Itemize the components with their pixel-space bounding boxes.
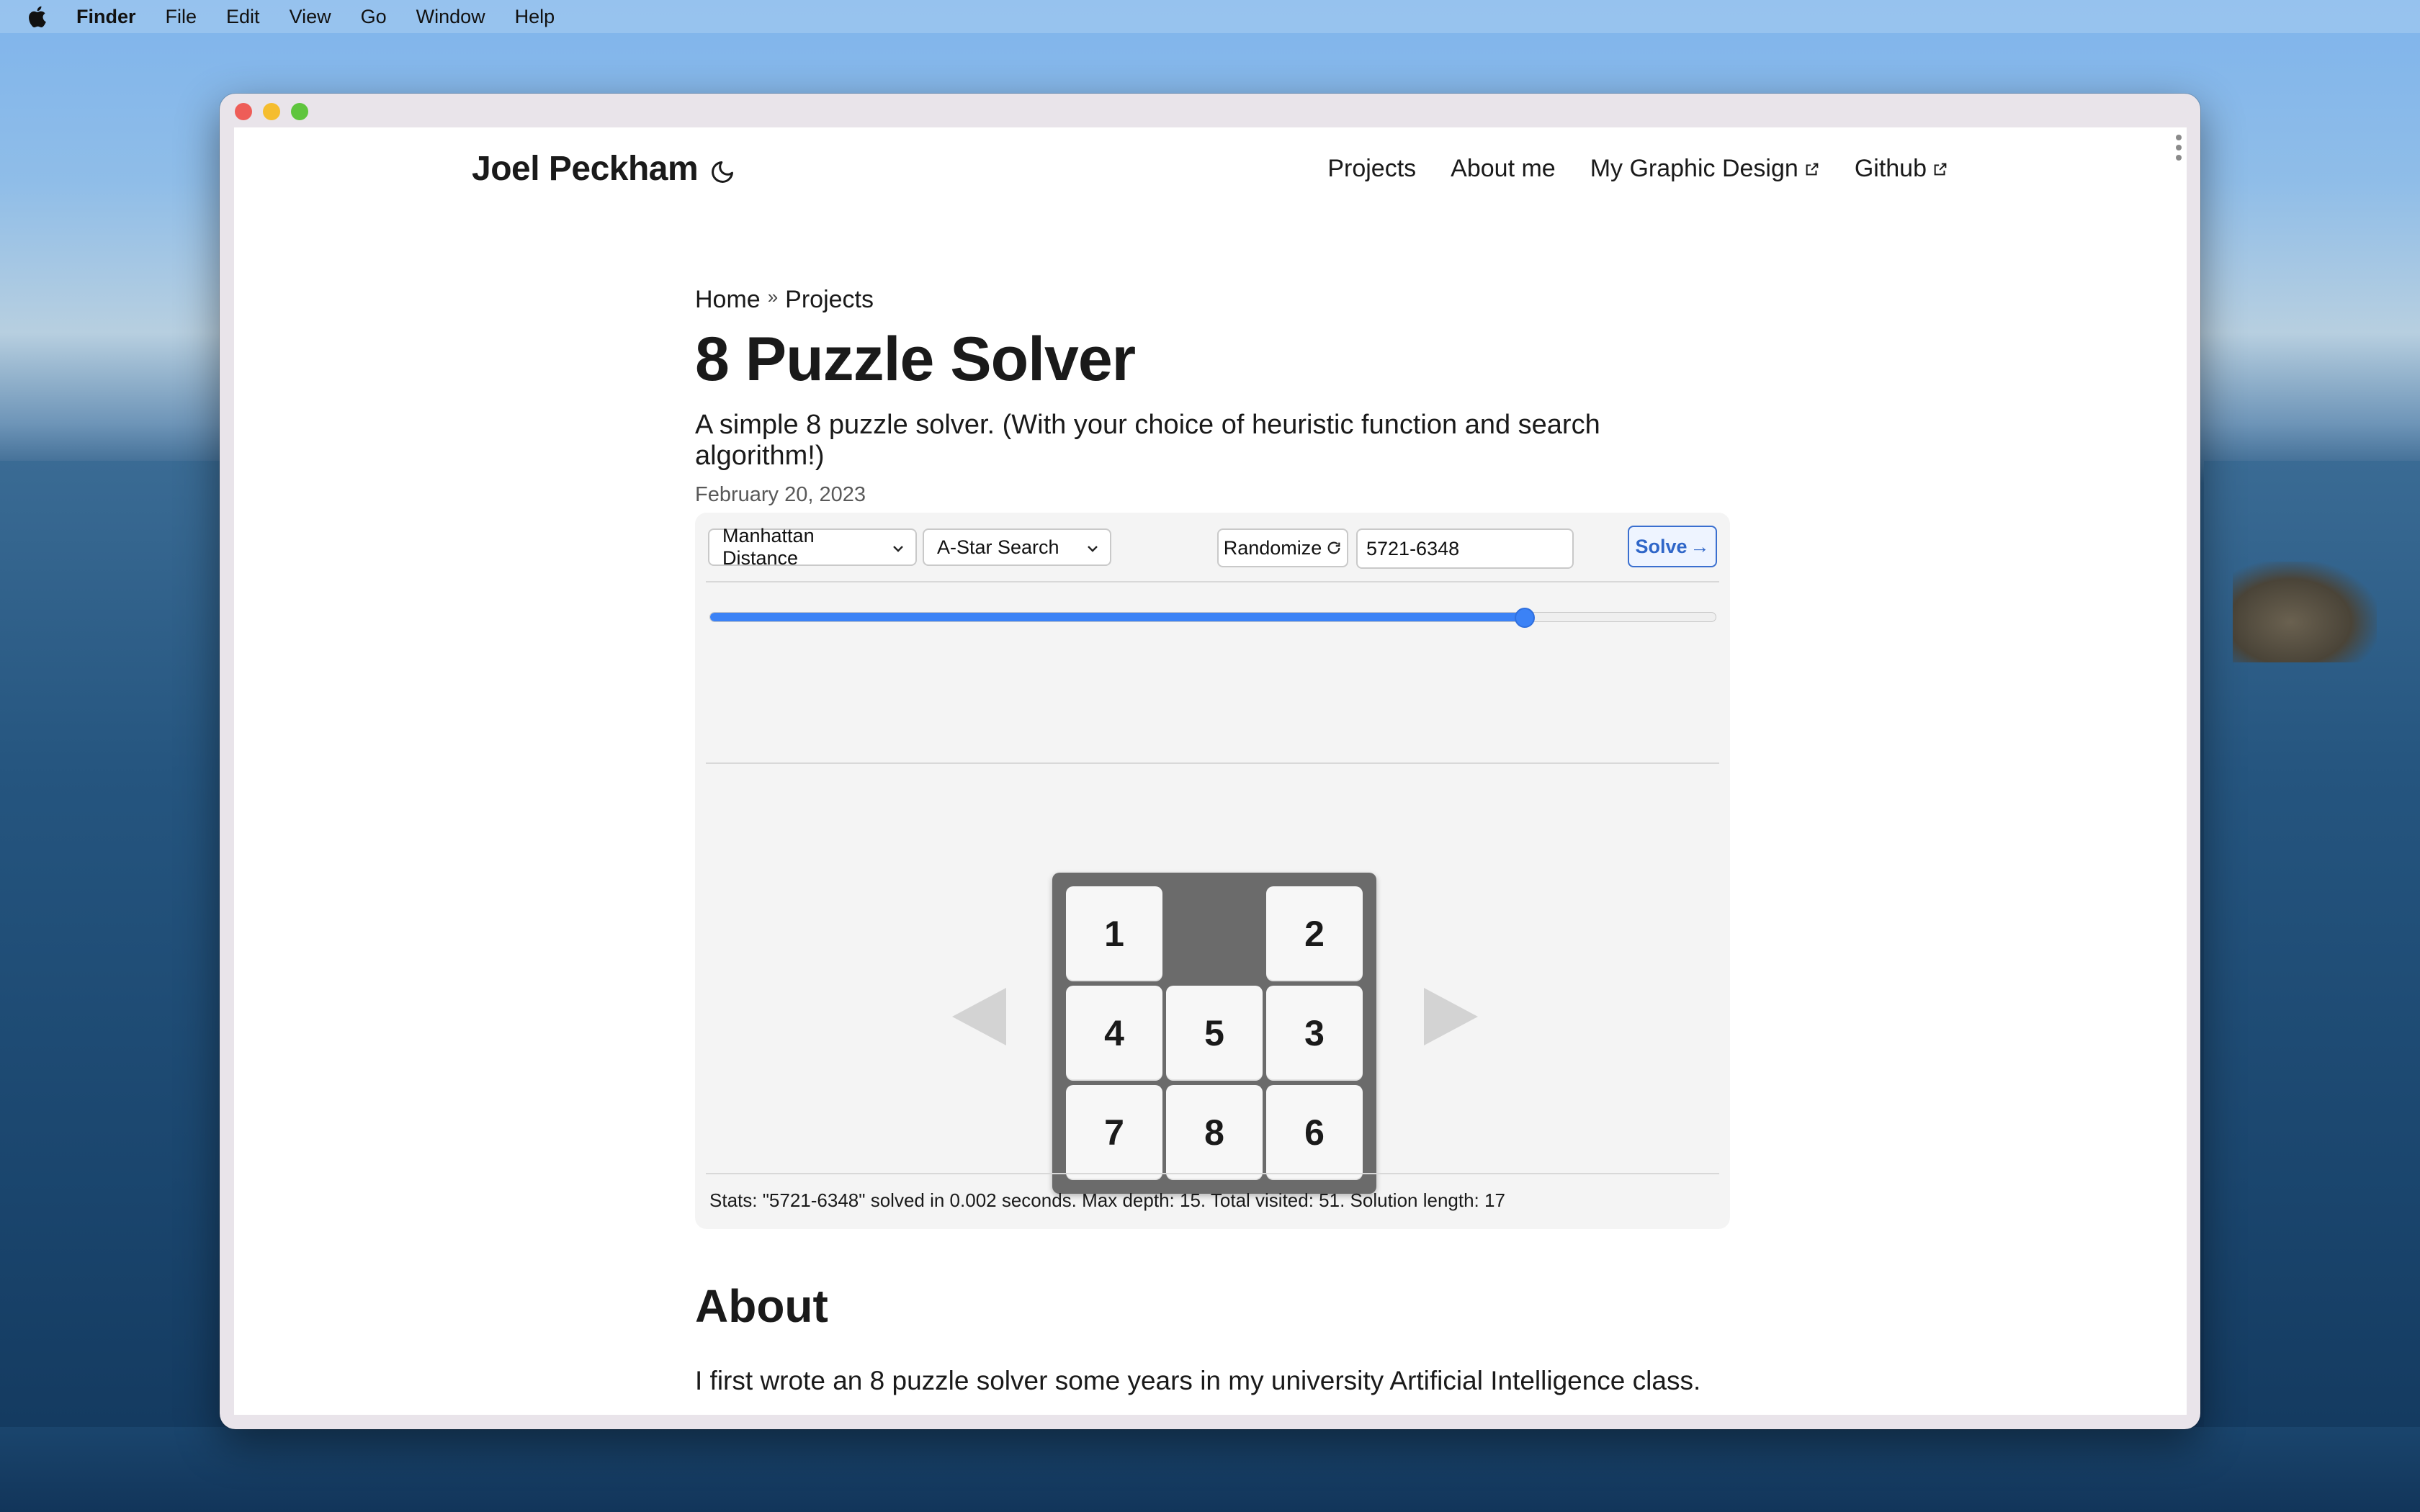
heuristic-select[interactable]: Manhattan Distance	[708, 525, 917, 569]
menu-window[interactable]: Window	[416, 6, 485, 28]
puzzle-tile-1[interactable]: 1	[1066, 886, 1162, 981]
puzzle-tile-3[interactable]: 3	[1266, 986, 1363, 1081]
article-header: Home » Projects 8 Puzzle Solver A simple…	[695, 286, 1732, 507]
puzzle-tile-2[interactable]: 2	[1266, 886, 1363, 981]
solver-stats: Stats: "5721-6348" solved in 0.002 secon…	[709, 1189, 1505, 1211]
puzzle-tile-7[interactable]: 7	[1066, 1085, 1162, 1180]
minimize-window-button[interactable]	[263, 103, 280, 120]
menu-bar: Finder File Edit View Go Window Help	[0, 0, 2420, 33]
site-header: Joel Peckham Projects About me My Graphi…	[472, 149, 1948, 192]
randomize-button[interactable]: Randomize	[1217, 528, 1348, 567]
algorithm-select-value: A-Star Search	[937, 536, 1059, 558]
breadcrumb-home[interactable]: Home	[695, 286, 761, 314]
arrow-right-icon: →	[1690, 535, 1710, 557]
randomize-label: Randomize	[1223, 536, 1322, 559]
puzzle-board: 1 2 453 786	[1052, 873, 1376, 1194]
nav-projects-label: Projects	[1327, 155, 1417, 182]
external-link-icon	[1806, 163, 1819, 175]
zoom-window-button[interactable]	[291, 103, 308, 120]
step-slider-track[interactable]	[709, 612, 1716, 622]
breadcrumb-separator: »	[767, 286, 779, 307]
about-heading: About	[695, 1280, 828, 1332]
close-window-button[interactable]	[235, 103, 252, 120]
page-title: 8 Puzzle Solver	[695, 325, 1136, 394]
previous-step-arrow-icon[interactable]	[949, 984, 1013, 1049]
breadcrumb: Home » Projects	[695, 286, 1732, 314]
heuristic-select-value: Manhattan Distance	[722, 525, 815, 569]
slider-divider	[706, 762, 1719, 764]
nav-graphic-design[interactable]: My Graphic Design	[1590, 155, 1820, 183]
solve-button[interactable]: Solve →	[1628, 526, 1717, 567]
desktop-wallpaper-bottom	[0, 1427, 2420, 1512]
main-nav: Projects About me My Graphic Design Gith…	[1327, 155, 1948, 183]
puzzle-solver-panel: Manhattan Distance A-Star Search Randomi…	[695, 513, 1730, 1229]
moon-icon[interactable]	[709, 159, 735, 185]
controls-divider	[706, 581, 1719, 582]
site-title-link[interactable]: Joel Peckham	[472, 149, 699, 189]
next-step-arrow-icon[interactable]	[1417, 984, 1482, 1049]
web-page: Joel Peckham Projects About me My Graphi…	[234, 127, 2187, 1415]
scroll-handle[interactable]	[2175, 135, 2182, 161]
seed-input[interactable]	[1356, 528, 1574, 569]
puzzle-tile-4[interactable]: 4	[1066, 986, 1162, 1081]
stats-divider	[706, 1173, 1719, 1174]
page-description: A simple 8 puzzle solver. (With your cho…	[695, 410, 1600, 471]
about-paragraph: I first wrote an 8 puzzle solver some ye…	[695, 1366, 1701, 1395]
desktop-wallpaper-left	[0, 461, 230, 1512]
nav-projects[interactable]: Projects	[1327, 155, 1416, 183]
chevron-down-icon	[1088, 546, 1098, 552]
external-link-icon	[1934, 163, 1947, 175]
nav-graphic-design-label: My Graphic Design	[1590, 155, 1798, 182]
menu-file[interactable]: File	[166, 6, 197, 28]
apple-icon[interactable]	[27, 6, 48, 27]
menu-go[interactable]: Go	[361, 6, 387, 28]
browser-window: Joel Peckham Projects About me My Graphi…	[220, 94, 2200, 1429]
publish-date: February 20, 2023	[695, 483, 866, 506]
menu-edit[interactable]: Edit	[226, 6, 260, 28]
menu-view[interactable]: View	[290, 6, 331, 28]
solve-label: Solve	[1635, 535, 1688, 557]
puzzle-tile-6[interactable]: 6	[1266, 1085, 1363, 1180]
puzzle-tile-5[interactable]: 5	[1166, 986, 1263, 1081]
nav-about-me-label: About me	[1451, 155, 1556, 182]
solver-controls: Manhattan Distance A-Star Search Randomi…	[708, 525, 1717, 569]
nav-about-me[interactable]: About me	[1451, 155, 1556, 183]
nav-github[interactable]: Github	[1855, 155, 1948, 183]
menu-finder[interactable]: Finder	[76, 6, 136, 28]
menu-help[interactable]: Help	[515, 6, 555, 28]
refresh-icon	[1327, 541, 1340, 554]
algorithm-select[interactable]: A-Star Search	[923, 528, 1111, 566]
chevron-down-icon	[893, 546, 903, 552]
wallpaper-cliff	[2233, 562, 2377, 662]
breadcrumb-projects[interactable]: Projects	[785, 286, 874, 314]
step-slider-thumb[interactable]	[1515, 608, 1536, 628]
puzzle-tile-8[interactable]: 8	[1166, 1085, 1263, 1180]
window-controls	[235, 103, 308, 120]
step-slider-fill	[710, 613, 1525, 621]
nav-github-label: Github	[1854, 155, 1927, 182]
